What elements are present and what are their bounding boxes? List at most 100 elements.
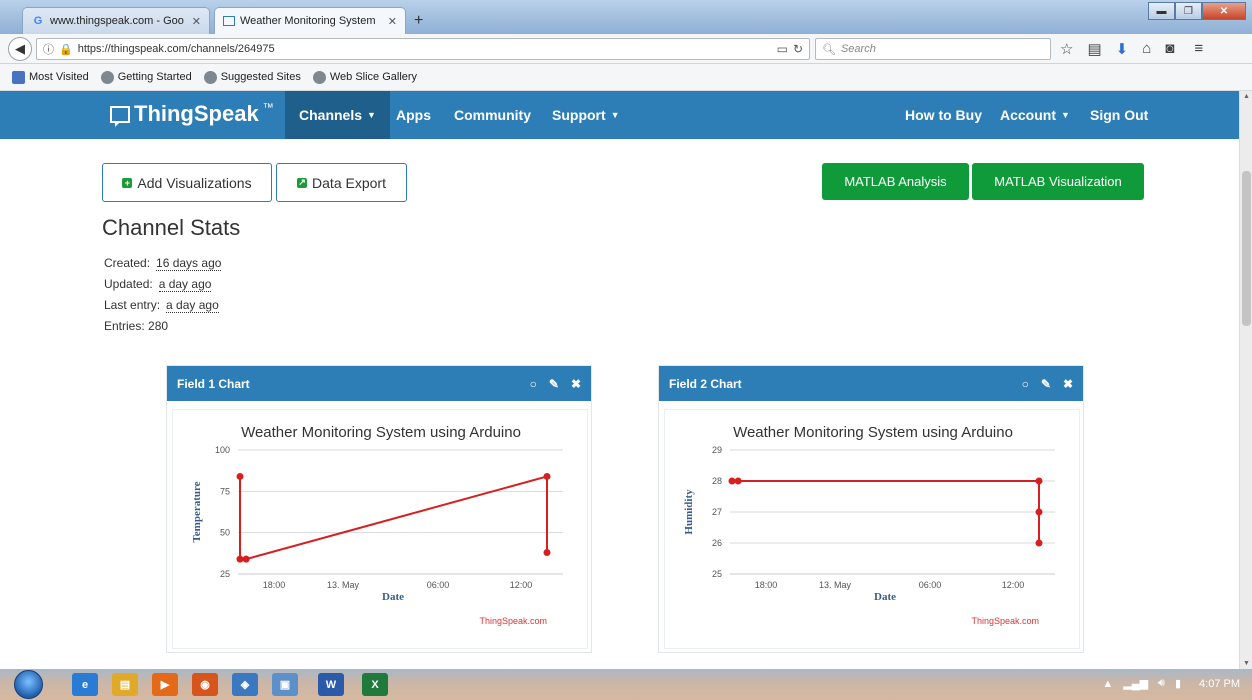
google-icon: G [33, 15, 43, 27]
comment-icon[interactable]: ○ [1022, 377, 1029, 391]
globe-icon [203, 70, 217, 84]
chart-credit[interactable]: ThingSpeak.com [971, 616, 1039, 626]
info-icon[interactable]: ⓘ [43, 41, 54, 57]
stat-value: a day ago [166, 298, 219, 313]
matlab-analysis-button[interactable]: MATLAB Analysis [822, 163, 969, 200]
caret-down-icon: ▼ [1061, 110, 1070, 120]
nav-channels[interactable]: Channels ▼ [285, 91, 390, 139]
close-icon[interactable]: ✖ [1063, 377, 1073, 391]
scroll-up-icon[interactable]: ▲ [1243, 93, 1250, 100]
stat-label: Created: [104, 256, 151, 270]
comment-icon[interactable]: ○ [530, 377, 537, 391]
scroll-down-icon[interactable]: ▼ [1243, 660, 1250, 667]
matlab-visualization-button[interactable]: MATLAB Visualization [972, 163, 1144, 200]
media-player-icon[interactable]: ▶ [152, 673, 178, 696]
nav-apps[interactable]: Apps [396, 91, 431, 139]
new-tab-button[interactable]: + [414, 12, 423, 30]
signal-icon[interactable]: ▂▄▆ [1123, 677, 1148, 690]
page-viewport: ThingSpeak ™ Channels ▼ Apps Community Sup… [0, 91, 1239, 669]
bookmark-suggested-sites[interactable]: Suggested Sites [203, 70, 301, 84]
pencil-icon[interactable]: ✎ [549, 377, 559, 391]
bookmark-web-slice-gallery[interactable]: Web Slice Gallery [312, 70, 417, 84]
pocket-icon[interactable]: ◙ [1165, 40, 1174, 58]
tab-close-icon[interactable]: ✕ [388, 15, 397, 28]
volume-icon[interactable]: 🔊︎ [1158, 677, 1165, 690]
back-button[interactable]: ◀ [8, 37, 32, 61]
scrollbar-thumb[interactable] [1242, 171, 1251, 326]
browser-toolbar-icons: ☆ ▤ ⬇ ⌂ ◙ ≡ [1060, 40, 1203, 58]
x-tick-label: 06:00 [427, 580, 450, 590]
y-axis-label: Temperature [191, 481, 203, 542]
start-button[interactable] [14, 670, 43, 699]
globe-icon [312, 70, 326, 84]
reader-view-icon[interactable]: ▭ [777, 42, 788, 56]
pencil-icon[interactable]: ✎ [1041, 377, 1051, 391]
x-axis-label: Date [874, 591, 896, 603]
data-point [543, 472, 551, 480]
page-scrollbar[interactable]: ▲ ▼ [1239, 91, 1252, 669]
excel-icon[interactable]: X [362, 673, 388, 696]
tab-google[interactable]: G www.thingspeak.com - Goo ✕ [22, 7, 210, 34]
stat-value: 16 days ago [156, 256, 222, 271]
nav-support[interactable]: Support ▼ [552, 91, 620, 139]
data-export-button[interactable]: ↗ Data Export [276, 163, 407, 202]
minimize-button[interactable]: ▬ [1148, 2, 1175, 20]
card-title: Field 1 Chart [177, 376, 250, 391]
window-app-icon[interactable]: ▣ [272, 673, 298, 696]
close-icon[interactable]: ✖ [571, 377, 581, 391]
word-icon[interactable]: W [318, 673, 344, 696]
clock[interactable]: 4:07 PM [1199, 678, 1240, 690]
y-tick-label: 25 [712, 569, 722, 579]
nav-sign-out[interactable]: Sign Out [1090, 91, 1148, 139]
x-tick-label: 13. May [819, 580, 852, 590]
browser-titlebar: G www.thingspeak.com - Goo ✕ Weather Mon… [0, 0, 1252, 34]
nav-account[interactable]: Account ▼ [1000, 91, 1070, 139]
explorer-icon[interactable]: ▤ [112, 673, 138, 696]
bookmark-star-icon[interactable]: ☆ [1060, 40, 1073, 58]
reload-icon[interactable]: ↻ [793, 42, 803, 56]
nav-label: Sign Out [1090, 107, 1149, 123]
nav-community[interactable]: Community [454, 91, 531, 139]
y-tick-label: 25 [220, 569, 230, 579]
maximize-button[interactable]: ❐ [1175, 2, 1202, 20]
tab-close-icon[interactable]: ✕ [192, 15, 201, 28]
nav-label: Account [1000, 107, 1056, 123]
window-controls: ▬ ❐ ✕ [1148, 2, 1246, 20]
home-icon[interactable]: ⌂ [1142, 40, 1151, 58]
y-tick-label: 50 [220, 528, 230, 538]
tray-arrow-icon[interactable]: ▲ [1102, 678, 1113, 690]
tab-weather[interactable]: Weather Monitoring System ✕ [214, 7, 406, 34]
card-actions: ○ ✎ ✖ [1022, 377, 1073, 391]
chart-title: Weather Monitoring System using Arduino [733, 424, 1013, 441]
network-app-icon[interactable]: ◈ [232, 673, 258, 696]
bookmark-getting-started[interactable]: Getting Started [100, 70, 192, 84]
thingspeak-logo[interactable]: ThingSpeak ™ [110, 101, 274, 127]
nav-how-to-buy[interactable]: How to Buy [905, 91, 982, 139]
chart-area: 25 50 75 100 18:00 13. May 06:00 12:00 Date Tempe… [172, 409, 588, 649]
firefox-icon[interactable]: ◉ [192, 673, 218, 696]
system-tray: ▲ ▂▄▆ 🔊︎ ▮ 4:07 PM [1102, 677, 1240, 690]
caret-down-icon: ▼ [367, 110, 376, 120]
chart-credit[interactable]: ThingSpeak.com [479, 616, 547, 626]
nav-label: Support [552, 107, 606, 123]
stat-label: Last entry: [104, 298, 161, 312]
data-point [236, 472, 244, 480]
bookmark-most-visited[interactable]: Most Visited [12, 70, 89, 84]
site-navbar: ThingSpeak ™ Channels ▼ Apps Community Sup… [0, 91, 1239, 139]
address-bar[interactable]: ⓘ 🔒 https://thingspeak.com/channels/2649… [36, 38, 810, 60]
search-input[interactable]: 🔍︎ Search [815, 38, 1051, 60]
power-icon[interactable]: ▮ [1175, 677, 1181, 690]
menu-icon[interactable]: ≡ [1194, 40, 1203, 58]
reading-list-icon[interactable]: ▤ [1087, 40, 1101, 58]
close-window-button[interactable]: ✕ [1202, 2, 1246, 20]
ie-icon[interactable]: e [72, 673, 98, 696]
button-label: MATLAB Analysis [844, 174, 947, 189]
browser-navbar: ◀ ⓘ 🔒 https://thingspeak.com/channels/26… [0, 34, 1252, 64]
data-point [236, 555, 244, 563]
url-text[interactable]: https://thingspeak.com/channels/264975 [78, 43, 772, 55]
download-icon[interactable]: ⬇ [1116, 40, 1129, 58]
x-axis-label: Date [382, 591, 404, 603]
stat-value: a day ago [158, 277, 212, 292]
add-visualizations-button[interactable]: + Add Visualizations [102, 163, 272, 202]
x-tick-label: 13. May [327, 580, 360, 590]
